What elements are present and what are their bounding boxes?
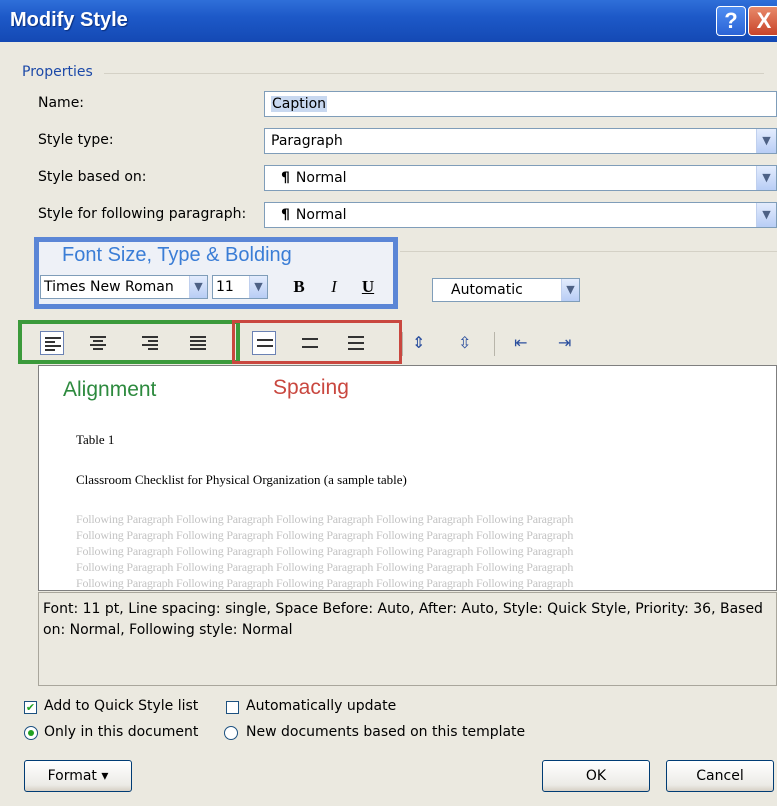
name-value: Caption: [271, 96, 328, 112]
style-description: Font: 11 pt, Line spacing: single, Space…: [38, 592, 777, 686]
single-spacing-icon: [257, 339, 273, 347]
style-preview: Alignment Spacing Table 1 Classroom Chec…: [38, 365, 777, 591]
preview-following-text: Following Paragraph Following Paragraph …: [76, 544, 574, 558]
decrease-indent-icon: ⇤: [514, 333, 528, 352]
add-quick-style-checkbox[interactable]: ✔: [24, 701, 37, 714]
paragraph-mark-icon: ¶: [281, 207, 290, 223]
chevron-down-icon[interactable]: ▼: [756, 129, 776, 153]
toolbar-separator: [402, 332, 403, 356]
based-on-label: Style based on:: [38, 169, 147, 185]
align-left-icon: [45, 337, 61, 353]
close-button[interactable]: X: [748, 6, 777, 36]
spacing-annotation: Spacing: [273, 376, 349, 399]
paragraph-spacing-up-icon: ⇕: [412, 333, 426, 352]
following-select[interactable]: ¶ Normal ▼: [264, 202, 777, 228]
properties-section-label: Properties: [22, 64, 93, 80]
increase-indent-icon: ⇥: [558, 333, 572, 352]
paragraph-spacing-down-icon: ⇳: [458, 333, 472, 352]
section-divider: [104, 73, 764, 74]
single-spacing-button[interactable]: [252, 331, 276, 355]
paragraph-mark-icon: ¶: [281, 170, 290, 186]
new-documents-radio[interactable]: [224, 726, 238, 740]
preview-following-text: Following Paragraph Following Paragraph …: [76, 528, 574, 542]
following-value: Normal: [295, 207, 347, 223]
alignment-annotation: Alignment: [63, 378, 157, 401]
add-quick-style-label[interactable]: Add to Quick Style list: [44, 698, 198, 714]
preview-following-text: Following Paragraph Following Paragraph …: [76, 576, 574, 590]
cancel-button[interactable]: Cancel: [666, 760, 774, 792]
decrease-paragraph-spacing-button[interactable]: ⇳: [456, 331, 480, 355]
section-divider: [400, 251, 777, 252]
auto-update-checkbox[interactable]: [226, 701, 239, 714]
align-right-icon: [142, 336, 158, 352]
new-documents-label[interactable]: New documents based on this template: [246, 724, 525, 740]
justify-button[interactable]: [186, 331, 210, 355]
preview-following-text: Following Paragraph Following Paragraph …: [76, 512, 574, 526]
font-name-value: Times New Roman: [44, 279, 174, 295]
dialog-title: Modify Style: [10, 9, 128, 31]
double-spacing-button[interactable]: [344, 331, 368, 355]
preview-following-text: Following Paragraph Following Paragraph …: [76, 560, 574, 574]
one-half-spacing-icon: [302, 338, 318, 348]
name-input[interactable]: Caption: [264, 91, 777, 117]
style-type-label: Style type:: [38, 132, 114, 148]
toolbar-separator: [494, 332, 495, 356]
align-left-button[interactable]: [40, 331, 64, 355]
modify-style-dialog: Modify Style ? X Properties Name: Captio…: [0, 0, 777, 806]
preview-caption-line-2: Classroom Checklist for Physical Organiz…: [76, 472, 407, 487]
font-name-select[interactable]: Times New Roman ▼: [40, 275, 208, 299]
increase-paragraph-spacing-button[interactable]: ⇕: [410, 331, 434, 355]
increase-indent-button[interactable]: ⇥: [556, 331, 580, 355]
chevron-down-icon[interactable]: ▼: [561, 279, 579, 301]
align-right-button[interactable]: [138, 331, 162, 355]
chevron-down-icon[interactable]: ▼: [756, 203, 776, 227]
only-this-document-radio[interactable]: [24, 726, 38, 740]
only-this-document-label[interactable]: Only in this document: [44, 724, 198, 740]
bold-button[interactable]: B: [287, 275, 311, 299]
format-button[interactable]: Format ▾: [24, 760, 132, 792]
preview-caption-line-1: Table 1: [76, 432, 115, 447]
align-center-icon: [90, 336, 106, 352]
font-color-value: Automatic: [451, 282, 523, 298]
align-center-button[interactable]: [86, 331, 110, 355]
auto-update-label[interactable]: Automatically update: [246, 698, 396, 714]
justify-icon: [190, 336, 206, 352]
title-bar: Modify Style ? X: [0, 0, 777, 42]
double-spacing-icon: [348, 336, 364, 350]
underline-button[interactable]: U: [356, 275, 380, 299]
help-button[interactable]: ?: [716, 6, 746, 36]
name-label: Name:: [38, 95, 85, 111]
decrease-indent-button[interactable]: ⇤: [512, 331, 536, 355]
format-button-label: Format: [47, 768, 97, 784]
chevron-down-icon[interactable]: ▼: [756, 166, 776, 190]
font-color-select[interactable]: Automatic ▼: [432, 278, 580, 302]
based-on-select[interactable]: ¶ Normal ▼: [264, 165, 777, 191]
font-group-annotation: Font Size, Type & Bolding: [62, 244, 292, 266]
style-type-select[interactable]: Paragraph ▼: [264, 128, 777, 154]
based-on-value: Normal: [295, 170, 347, 186]
font-size-value: 11: [216, 279, 234, 295]
chevron-down-icon[interactable]: ▼: [189, 276, 207, 298]
font-size-select[interactable]: 11 ▼: [212, 275, 268, 299]
chevron-down-icon[interactable]: ▼: [249, 276, 267, 298]
style-type-value: Paragraph: [271, 133, 343, 149]
chevron-down-icon: ▾: [101, 768, 109, 784]
following-label: Style for following paragraph:: [38, 206, 247, 222]
ok-button[interactable]: OK: [542, 760, 650, 792]
italic-button[interactable]: I: [322, 275, 346, 299]
one-half-spacing-button[interactable]: [298, 331, 322, 355]
